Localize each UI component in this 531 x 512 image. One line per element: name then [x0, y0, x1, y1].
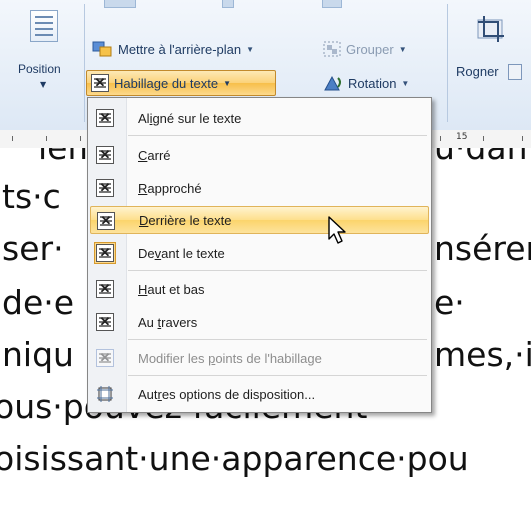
layout-options-icon — [97, 386, 113, 402]
menu-separator — [128, 135, 427, 136]
chevron-down-icon: ▼ — [40, 80, 47, 89]
doc-line: e· — [434, 283, 465, 322]
wrap-tight-icon — [96, 179, 114, 197]
wrap-in-front-icon — [96, 244, 114, 262]
size-partial-icon — [508, 64, 522, 80]
crop-icon — [477, 16, 504, 42]
ribbon-divider — [84, 4, 85, 122]
menu-item-label: Haut et bas — [138, 281, 205, 297]
menu-item-label: Aligné sur le texte — [138, 110, 242, 126]
menu-item-label: Autres options de disposition... — [138, 386, 316, 402]
wrap-square-icon — [96, 146, 114, 164]
wrap-inline-icon-box — [94, 107, 116, 129]
doc-line: u·dan — [434, 148, 531, 167]
doc-line: mes,·i — [434, 335, 531, 374]
menu-item-label: Rapproché — [138, 180, 202, 196]
edit-wrap-points-icon — [96, 349, 114, 367]
menu-item-label: Au travers — [138, 314, 198, 330]
chevron-down-icon: ▼ — [401, 78, 410, 88]
wrap-top-bottom-icon — [96, 280, 114, 298]
group-label: Grouper — [346, 41, 394, 57]
send-backward-icon — [92, 41, 112, 57]
doc-line: oisissant·une·apparence·pou — [0, 439, 469, 478]
menu-item-label: Derrière le texte — [139, 212, 232, 228]
menu-item-behind-text[interactable]: Derrière le texte — [90, 206, 429, 234]
text-wrap-icon — [91, 74, 109, 92]
chevron-down-icon: ▼ — [398, 44, 407, 54]
menu-item-through[interactable]: Au travers — [90, 308, 429, 336]
doc-line: nsérer — [434, 229, 531, 268]
text-wrap-button[interactable]: Habillage du texte ▼ — [86, 70, 276, 96]
menu-item-label: Devant le texte — [138, 245, 225, 261]
ruler-number: 15 — [456, 132, 468, 142]
checked-indicator — [94, 242, 116, 264]
group-button[interactable]: Grouper ▼ — [322, 40, 407, 58]
ribbon-partial-control — [322, 0, 342, 8]
group-icon — [323, 41, 341, 57]
menu-item-tight[interactable]: Rapproché — [90, 174, 429, 202]
menu-item-label: Carré — [138, 147, 171, 163]
chevron-down-icon: ▼ — [223, 78, 231, 88]
rotate-label: Rotation — [348, 75, 397, 91]
position-icon — [30, 10, 58, 42]
ribbon-divider — [447, 4, 448, 122]
wrap-behind-text-icon — [97, 212, 115, 230]
ribbon-partial-control — [104, 0, 136, 8]
menu-separator — [128, 339, 427, 340]
menu-item-more-layout-options[interactable]: Autres options de disposition... — [90, 380, 429, 408]
menu-item-square[interactable]: Carré — [90, 141, 429, 169]
menu-separator — [128, 375, 427, 376]
menu-item-edit-wrap-points: Modifier les points de l'habillage — [90, 344, 429, 372]
mouse-cursor-icon — [328, 216, 346, 244]
menu-item-in-front-of-text[interactable]: Devant le texte — [90, 239, 429, 267]
menu-item-top-bottom[interactable]: Haut et bas — [90, 275, 429, 303]
menu-item-inline[interactable]: Aligné sur le texte — [90, 104, 429, 132]
wrap-through-icon — [96, 313, 114, 331]
rotate-button[interactable]: Rotation ▼ — [322, 74, 409, 92]
menu-separator — [128, 270, 427, 271]
chevron-down-icon: ▼ — [246, 44, 255, 54]
send-backward-button[interactable]: Mettre à l'arrière-plan ▼ — [92, 40, 254, 58]
ribbon-partial-control — [222, 0, 234, 8]
crop-label: Rogner — [456, 64, 499, 79]
text-wrap-menu: Aligné sur le texte Carré Rapproché Derr… — [87, 97, 432, 413]
rotate-icon — [324, 75, 341, 91]
text-wrap-label: Habillage du texte — [114, 75, 219, 91]
send-backward-label: Mettre à l'arrière-plan — [118, 41, 242, 57]
wrap-inline-icon — [96, 109, 114, 127]
position-label: Position — [18, 62, 61, 76]
menu-item-label: Modifier les points de l'habillage — [138, 350, 322, 366]
